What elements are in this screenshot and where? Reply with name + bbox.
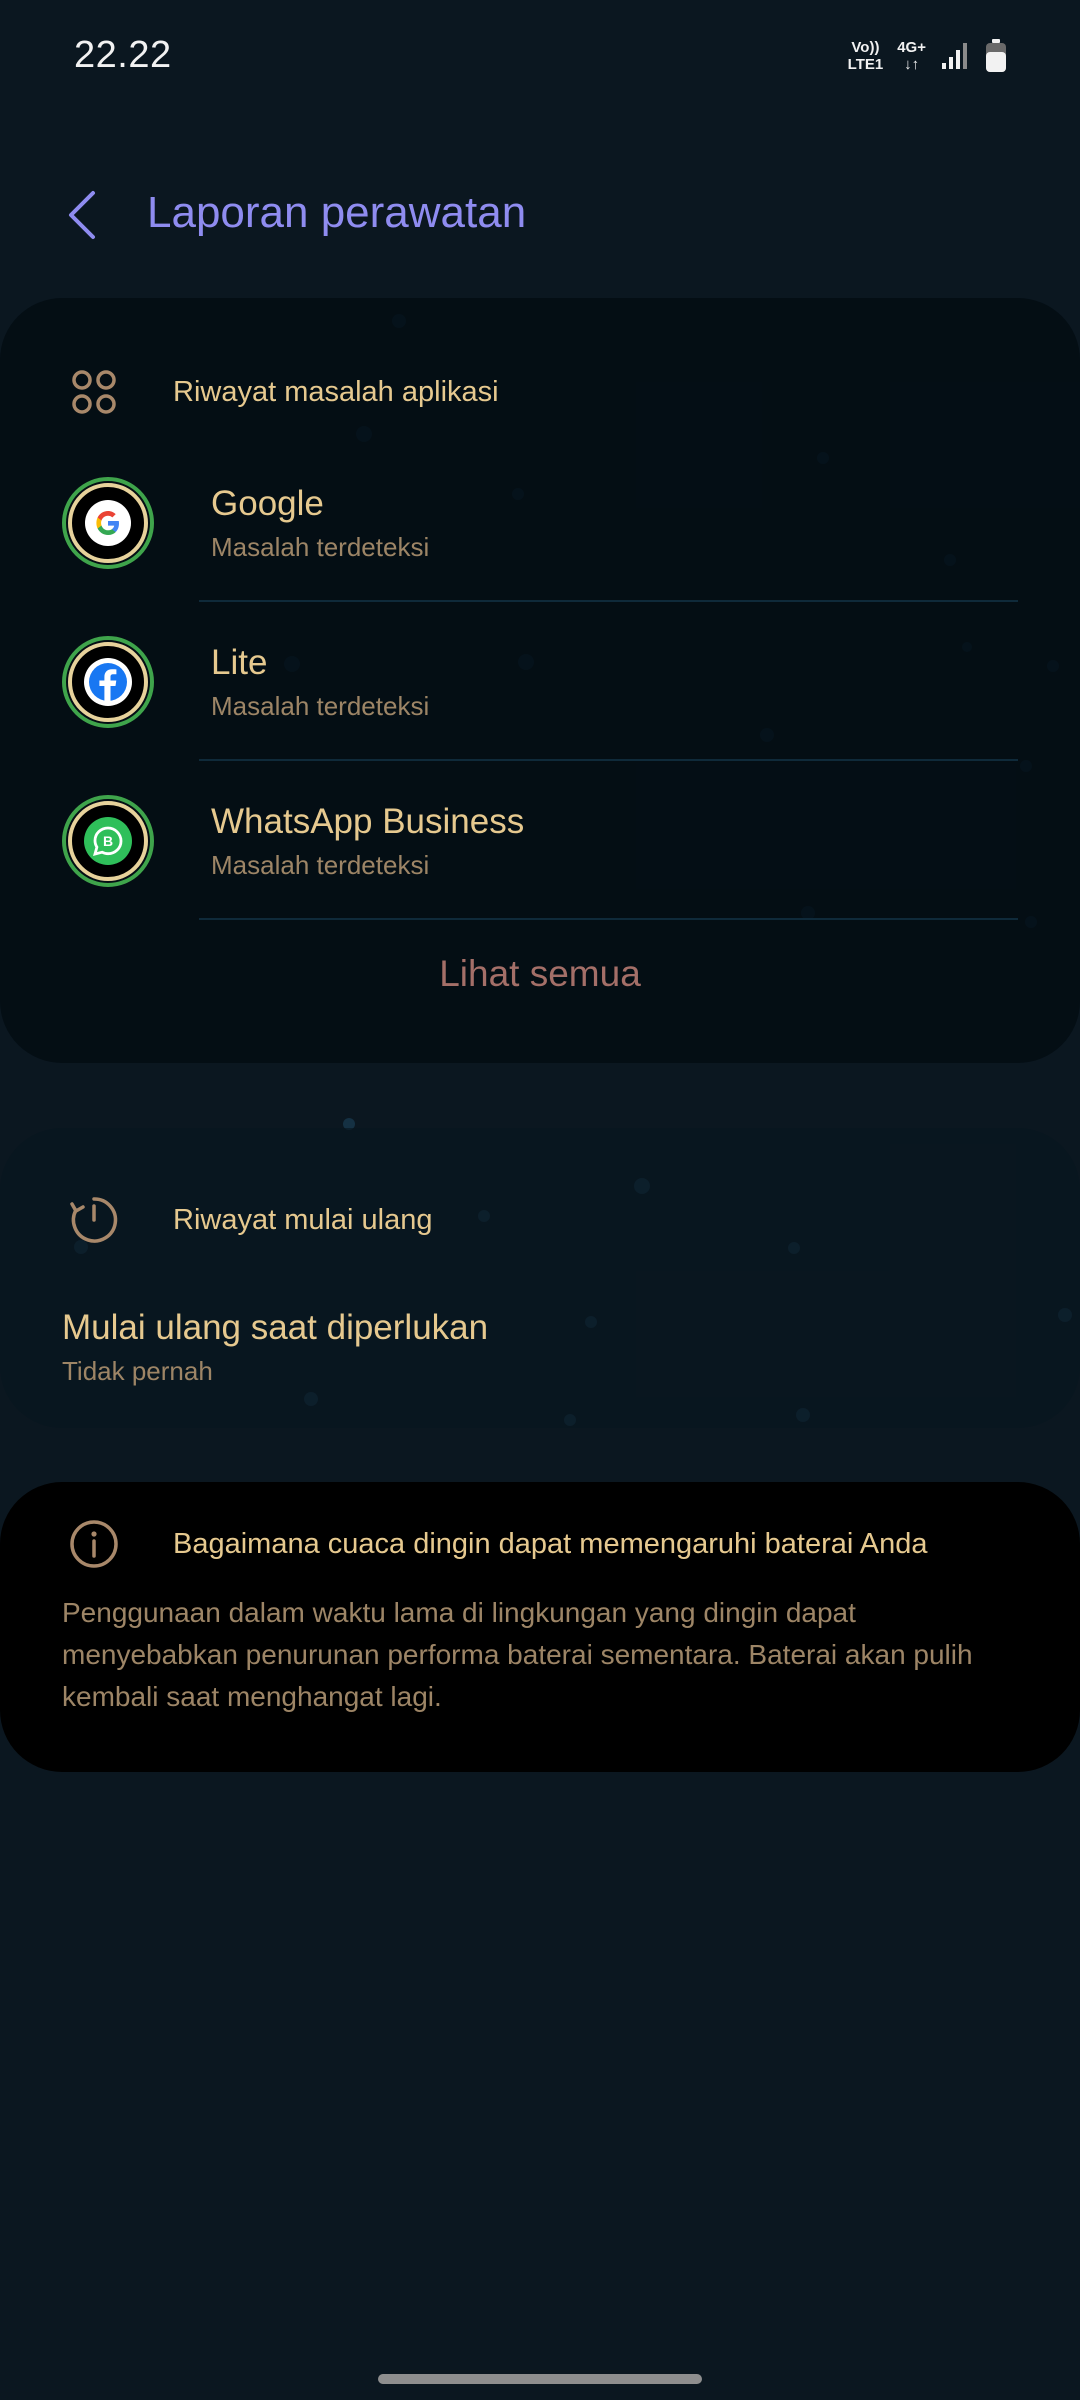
battery-info-header: Bagaimana cuaca dingin dapat memengaruhi… — [0, 1506, 1080, 1586]
network-type-label: 4G+ — [897, 39, 926, 56]
status-icons: Vo)) LTE1 4G+ ↓↑ — [848, 38, 1008, 74]
app-icon-ring — [62, 477, 154, 569]
restart-icon — [64, 1190, 124, 1250]
signal-icon — [942, 43, 967, 69]
battery-info-card: Bagaimana cuaca dingin dapat memengaruhi… — [0, 1482, 1080, 1772]
battery-icon — [986, 39, 1006, 72]
app-icon-frame — [68, 642, 148, 722]
network-activity-label: ↓↑ — [904, 56, 920, 73]
back-button[interactable] — [48, 180, 118, 250]
volte-top-label: Vo)) — [851, 39, 880, 56]
page-title: Laporan perawatan — [147, 188, 527, 237]
restart-history-section-label: Riwayat mulai ulang — [173, 1204, 433, 1236]
restart-setting-title[interactable]: Mulai ulang saat diperlukan — [62, 1308, 488, 1348]
svg-text:B: B — [103, 833, 113, 849]
status-bar: 22.22 Vo)) LTE1 4G+ ↓↑ — [0, 0, 1080, 110]
app-issues-header: Riwayat masalah aplikasi — [0, 354, 1080, 434]
app-issues-section-label: Riwayat masalah aplikasi — [173, 376, 499, 408]
app-header: Laporan perawatan — [0, 170, 1080, 260]
whatsapp-business-icon: B — [84, 817, 132, 865]
restart-history-header: Riwayat mulai ulang — [0, 1182, 1080, 1262]
battery-info-body: Penggunaan dalam waktu lama di lingkunga… — [62, 1597, 973, 1712]
restart-history-card: Riwayat mulai ulang Mulai ulang saat dip… — [0, 1128, 1080, 1428]
home-indicator[interactable] — [378, 2374, 702, 2384]
app-status: Masalah terdeteksi — [211, 532, 430, 562]
app-issue-row-google[interactable]: Google Masalah terdeteksi — [0, 444, 1080, 602]
restart-setting-value: Tidak pernah — [62, 1356, 213, 1386]
app-status: Masalah terdeteksi — [211, 691, 430, 721]
google-icon — [85, 500, 131, 546]
app-name: WhatsApp Business — [211, 802, 525, 841]
see-all-button[interactable]: Lihat semua — [0, 953, 1080, 995]
app-icon-ring: B — [62, 795, 154, 887]
info-icon — [64, 1514, 124, 1574]
chevron-left-icon — [69, 191, 95, 239]
row-divider — [199, 759, 1018, 761]
battery-info-title: Bagaimana cuaca dingin dapat memengaruhi… — [173, 1528, 928, 1560]
volte-bottom-label: LTE1 — [847, 56, 884, 73]
app-issue-row-lite[interactable]: Lite Masalah terdeteksi — [0, 603, 1080, 761]
row-divider — [199, 600, 1018, 602]
apps-grid-icon — [64, 362, 124, 422]
app-issues-card: Riwayat masalah aplikasi Google Masalah … — [0, 298, 1080, 1063]
app-icon-frame — [68, 483, 148, 563]
network-indicator: 4G+ ↓↑ — [897, 39, 926, 73]
facebook-icon — [84, 658, 132, 706]
app-icon-ring — [62, 636, 154, 728]
app-name: Lite — [211, 643, 268, 682]
row-divider — [199, 918, 1018, 920]
volte-indicator: Vo)) LTE1 — [848, 39, 884, 73]
status-time: 22.22 — [74, 34, 172, 76]
app-status: Masalah terdeteksi — [211, 850, 430, 880]
app-name: Google — [211, 484, 324, 523]
app-issue-row-whatsapp-business[interactable]: B WhatsApp Business Masalah terdeteksi — [0, 762, 1080, 920]
app-icon-frame: B — [68, 801, 148, 881]
